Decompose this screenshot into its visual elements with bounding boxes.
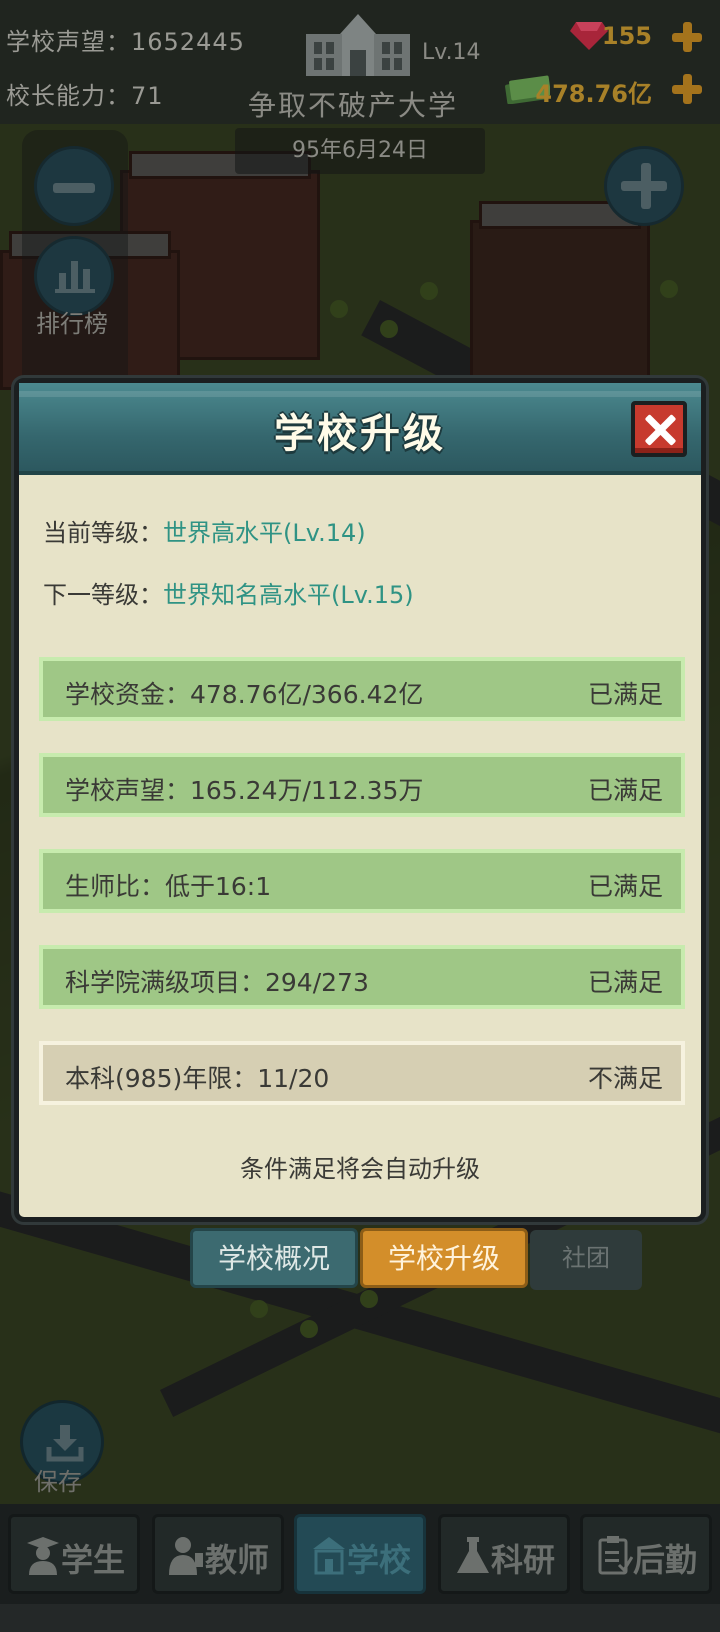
requirement-label: 本科(985)年限：11/20 [65, 1064, 330, 1093]
requirement-label: 学校资金：478.76亿/366.42亿 [65, 680, 424, 709]
tab-school-overview[interactable]: 学校概况 [190, 1228, 358, 1288]
ability-label: 校长能力： [6, 82, 131, 110]
add-money-plus-icon[interactable] [672, 74, 702, 104]
next-level-row: 下一等级：世界知名高水平(Lv.15) [43, 575, 414, 610]
bottom-nav: 学生 教师 学校 科研 后勤 [0, 1504, 720, 1604]
requirement-label: 科学院满级项目：294/273 [65, 968, 369, 997]
requirement-label: 生师比：低于16:1 [65, 872, 272, 901]
system-bottom-bar [0, 1604, 720, 1632]
nav-label: 科研 [491, 1541, 556, 1579]
game-date: 95年6月24日 [235, 128, 485, 174]
requirement-status: 不满足 [587, 1064, 663, 1093]
next-level-value: 世界知名高水平(Lv.15) [163, 581, 414, 609]
nav-teachers[interactable]: 教师 [152, 1514, 284, 1594]
reputation-label: 学校声望： [6, 28, 131, 56]
nav-students[interactable]: 学生 [8, 1514, 140, 1594]
download-icon [46, 1425, 84, 1462]
zoom-in-button[interactable] [604, 146, 684, 226]
ability-value: 71 [131, 82, 164, 110]
requirement-status: 已满足 [587, 776, 663, 805]
next-level-label: 下一等级： [43, 581, 163, 609]
requirement-academy-projects: 科学院满级项目：294/273 已满足 [39, 945, 685, 1009]
requirement-status: 已满足 [587, 680, 663, 709]
dialog-header: 学校升级 [19, 383, 701, 475]
nav-research[interactable]: 科研 [438, 1514, 570, 1594]
nav-label: 教师 [205, 1541, 270, 1579]
ranking-label: 排行榜 [36, 310, 108, 338]
requirement-funds: 学校资金：478.76亿/366.42亿 已满足 [39, 657, 685, 721]
requirement-reputation: 学校声望：165.24万/112.35万 已满足 [39, 753, 685, 817]
gem-count: 155 [601, 22, 652, 50]
current-level-value: 世界高水平(Lv.14) [163, 519, 366, 547]
nav-label: 学校 [347, 1541, 412, 1579]
clipboard-icon [598, 1536, 633, 1575]
school-icon [313, 1537, 345, 1575]
zoom-out-button[interactable] [34, 146, 114, 226]
requirement-student-teacher-ratio: 生师比：低于16:1 已满足 [39, 849, 685, 913]
tab-school-upgrade[interactable]: 学校升级 [360, 1228, 528, 1288]
nav-label: 学生 [61, 1541, 126, 1579]
nav-label: 后勤 [633, 1541, 698, 1579]
requirement-status: 已满足 [587, 872, 663, 901]
dialog-title: 学校升级 [274, 411, 446, 457]
current-level-label: 当前等级： [43, 519, 163, 547]
requirement-status: 已满足 [587, 968, 663, 997]
reputation-stat: 学校声望：1652445 [6, 22, 245, 57]
nav-logistics[interactable]: 后勤 [580, 1514, 712, 1594]
school-level: Lv.14 [422, 40, 481, 65]
minus-icon [53, 183, 95, 193]
requirement-label: 学校声望：165.24万/112.35万 [65, 776, 424, 805]
close-button[interactable] [631, 401, 687, 457]
tab-club[interactable]: 社团 [530, 1230, 642, 1290]
student-icon [27, 1537, 59, 1575]
bar-chart-icon [55, 261, 95, 293]
principal-ability-stat: 校长能力：71 [6, 76, 164, 111]
auto-upgrade-note: 条件满足将会自动升级 [240, 1155, 480, 1183]
nav-school[interactable]: 学校 [294, 1514, 426, 1594]
save-label: 保存 [34, 1468, 82, 1496]
flask-icon [457, 1537, 489, 1573]
school-name: 争取不破产大学 [248, 89, 459, 122]
school-upgrade-dialog: 学校升级 当前等级：世界高水平(Lv.14) 下一等级：世界知名高水平(Lv.1… [14, 378, 706, 1222]
current-level-row: 当前等级：世界高水平(Lv.14) [43, 513, 366, 548]
school-building-icon [306, 14, 410, 76]
teacher-icon [169, 1537, 203, 1575]
add-gems-plus-icon[interactable] [672, 22, 702, 52]
reputation-value: 1652445 [131, 28, 245, 56]
requirement-undergrad-years: 本科(985)年限：11/20 不满足 [39, 1041, 685, 1105]
money-amount: 478.76亿 [535, 80, 652, 108]
